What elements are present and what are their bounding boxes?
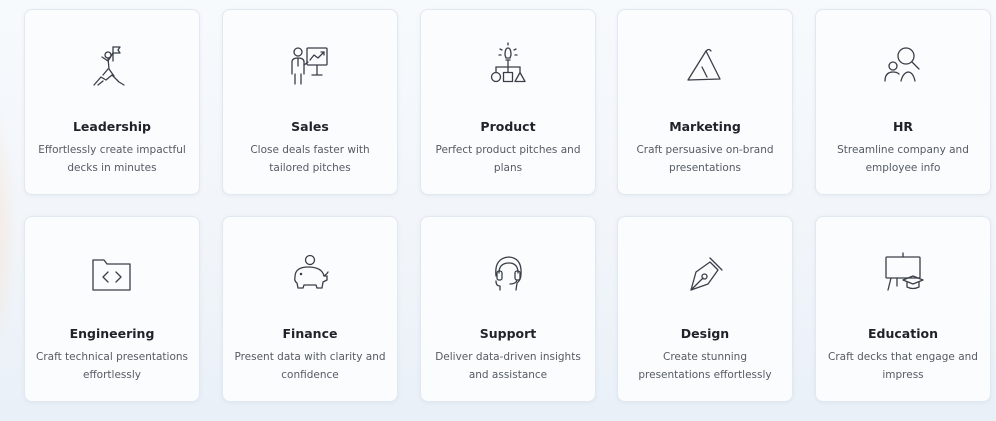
card-title: Product	[480, 119, 536, 134]
card-title: Finance	[282, 326, 338, 341]
card-description: Close deals faster with tailored pitches	[250, 144, 370, 174]
card-description: Craft decks that engage and impress	[828, 351, 978, 381]
presenter-chart-icon	[223, 38, 397, 96]
card-title: Sales	[291, 119, 329, 134]
card-title: Leadership	[72, 119, 152, 134]
card-description: Deliver data-driven insights and assista…	[435, 351, 581, 381]
card-sales[interactable]: Sales Close deals faster with tailored p…	[222, 9, 398, 195]
card-title: Marketing	[669, 119, 741, 134]
megaphone-icon	[618, 38, 792, 96]
card-engineering[interactable]: Engineering Craft technical presentation…	[24, 216, 200, 402]
card-description: Craft technical presentations effortless…	[35, 351, 189, 381]
people-search-icon	[816, 38, 990, 96]
card-title: Support	[479, 326, 537, 341]
card-description: Effortlessly create impactful decks in m…	[38, 144, 186, 174]
card-design[interactable]: Design Create stunning presentations eff…	[617, 216, 793, 402]
card-description: Present data with clarity and confidence	[234, 351, 386, 381]
use-case-grid: Leadership Effortlessly create impactful…	[0, 0, 996, 421]
card-title: Design	[680, 326, 730, 341]
code-folder-icon	[25, 245, 199, 303]
card-description: Perfect product pitches and plans	[435, 144, 581, 174]
card-title: Education	[868, 326, 938, 341]
piggy-bank-icon	[223, 245, 397, 303]
summit-flag-icon	[25, 38, 199, 96]
card-education[interactable]: Education Craft decks that engage and im…	[815, 216, 991, 402]
card-description: Craft persuasive on-brand presentations	[636, 144, 774, 174]
card-description: Streamline company and employee info	[837, 144, 969, 174]
card-marketing[interactable]: Marketing Craft persuasive on-brand pres…	[617, 9, 793, 195]
pen-nib-icon	[618, 245, 792, 303]
card-finance[interactable]: Finance Present data with clarity and co…	[222, 216, 398, 402]
card-support[interactable]: Support Deliver data-driven insights and…	[420, 216, 596, 402]
board-graduation-icon	[816, 245, 990, 303]
card-title: Engineering	[69, 326, 155, 341]
card-hr[interactable]: HR Streamline company and employee info	[815, 9, 991, 195]
idea-shapes-icon	[421, 38, 595, 96]
card-leadership[interactable]: Leadership Effortlessly create impactful…	[24, 9, 200, 195]
card-description: Create stunning presentations effortless…	[638, 351, 772, 381]
headset-icon	[421, 245, 595, 303]
card-product[interactable]: Product Perfect product pitches and plan…	[420, 9, 596, 195]
card-title: HR	[892, 119, 914, 134]
